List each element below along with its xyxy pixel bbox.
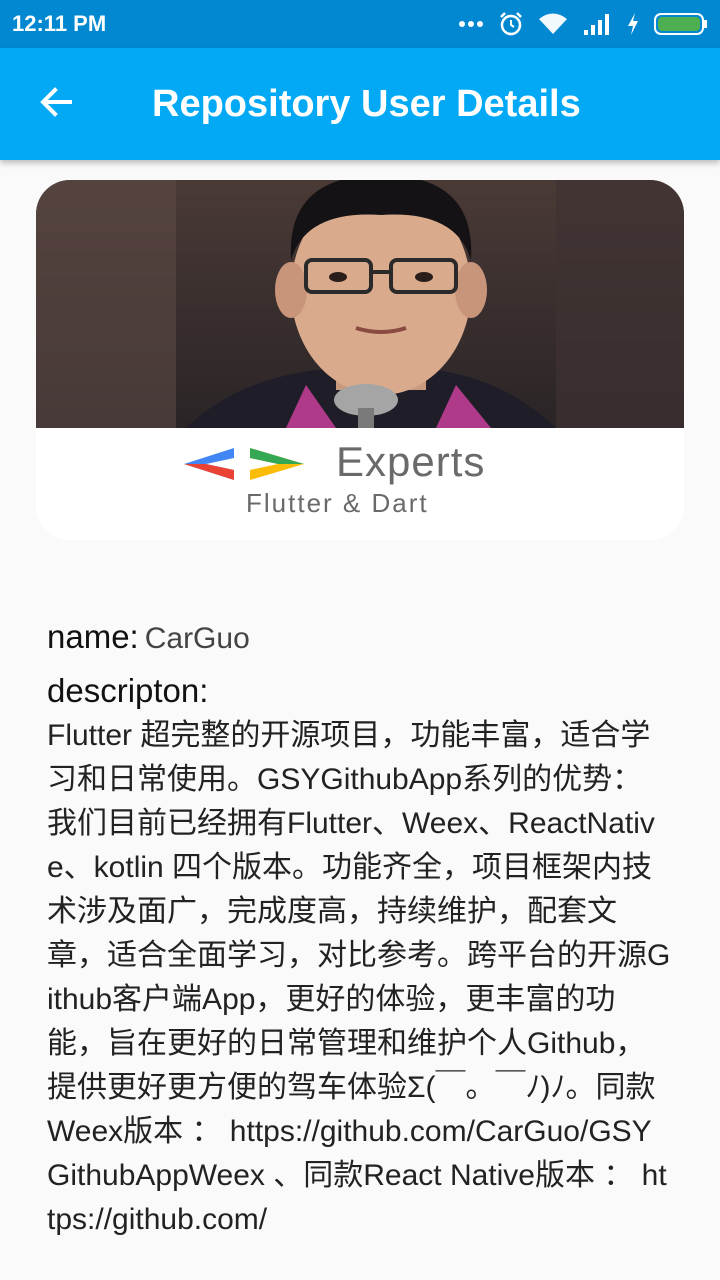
wifi-icon: [539, 13, 567, 34]
gde-logo-icon: [184, 448, 304, 480]
avatar-photo: [36, 180, 684, 428]
status-icons: [458, 11, 708, 37]
page-title: Repository User Details: [152, 83, 581, 125]
status-time: 12:11 PM: [12, 11, 107, 36]
more-dots-icon: [459, 21, 483, 27]
description-label: descripton:: [47, 672, 209, 709]
logo-text: Experts: [336, 438, 486, 485]
charging-icon: [628, 13, 638, 35]
status-bar: 12:11 PM: [0, 0, 720, 48]
back-button[interactable]: [24, 70, 88, 134]
name-label: name:: [47, 618, 139, 655]
avatar-logo-area: Experts Flutter & Dart: [36, 428, 684, 540]
description-text: Flutter 超完整的开源项目，功能丰富，适合学习和日常使用。GSYGithu…: [47, 719, 671, 1236]
user-details: name: CarGuo descripton: Flutter 超完整的开源项…: [47, 614, 671, 1242]
alarm-icon: [500, 12, 522, 36]
app-bar: Repository User Details: [0, 48, 720, 160]
signal-icon: [584, 14, 609, 35]
name-row: name: CarGuo: [47, 614, 671, 660]
arrow-back-icon: [40, 87, 72, 117]
battery-icon: [654, 13, 707, 35]
logo-subtext: Flutter & Dart: [246, 488, 429, 518]
name-value: CarGuo: [144, 622, 250, 655]
user-avatar: Experts Flutter & Dart: [36, 180, 684, 540]
